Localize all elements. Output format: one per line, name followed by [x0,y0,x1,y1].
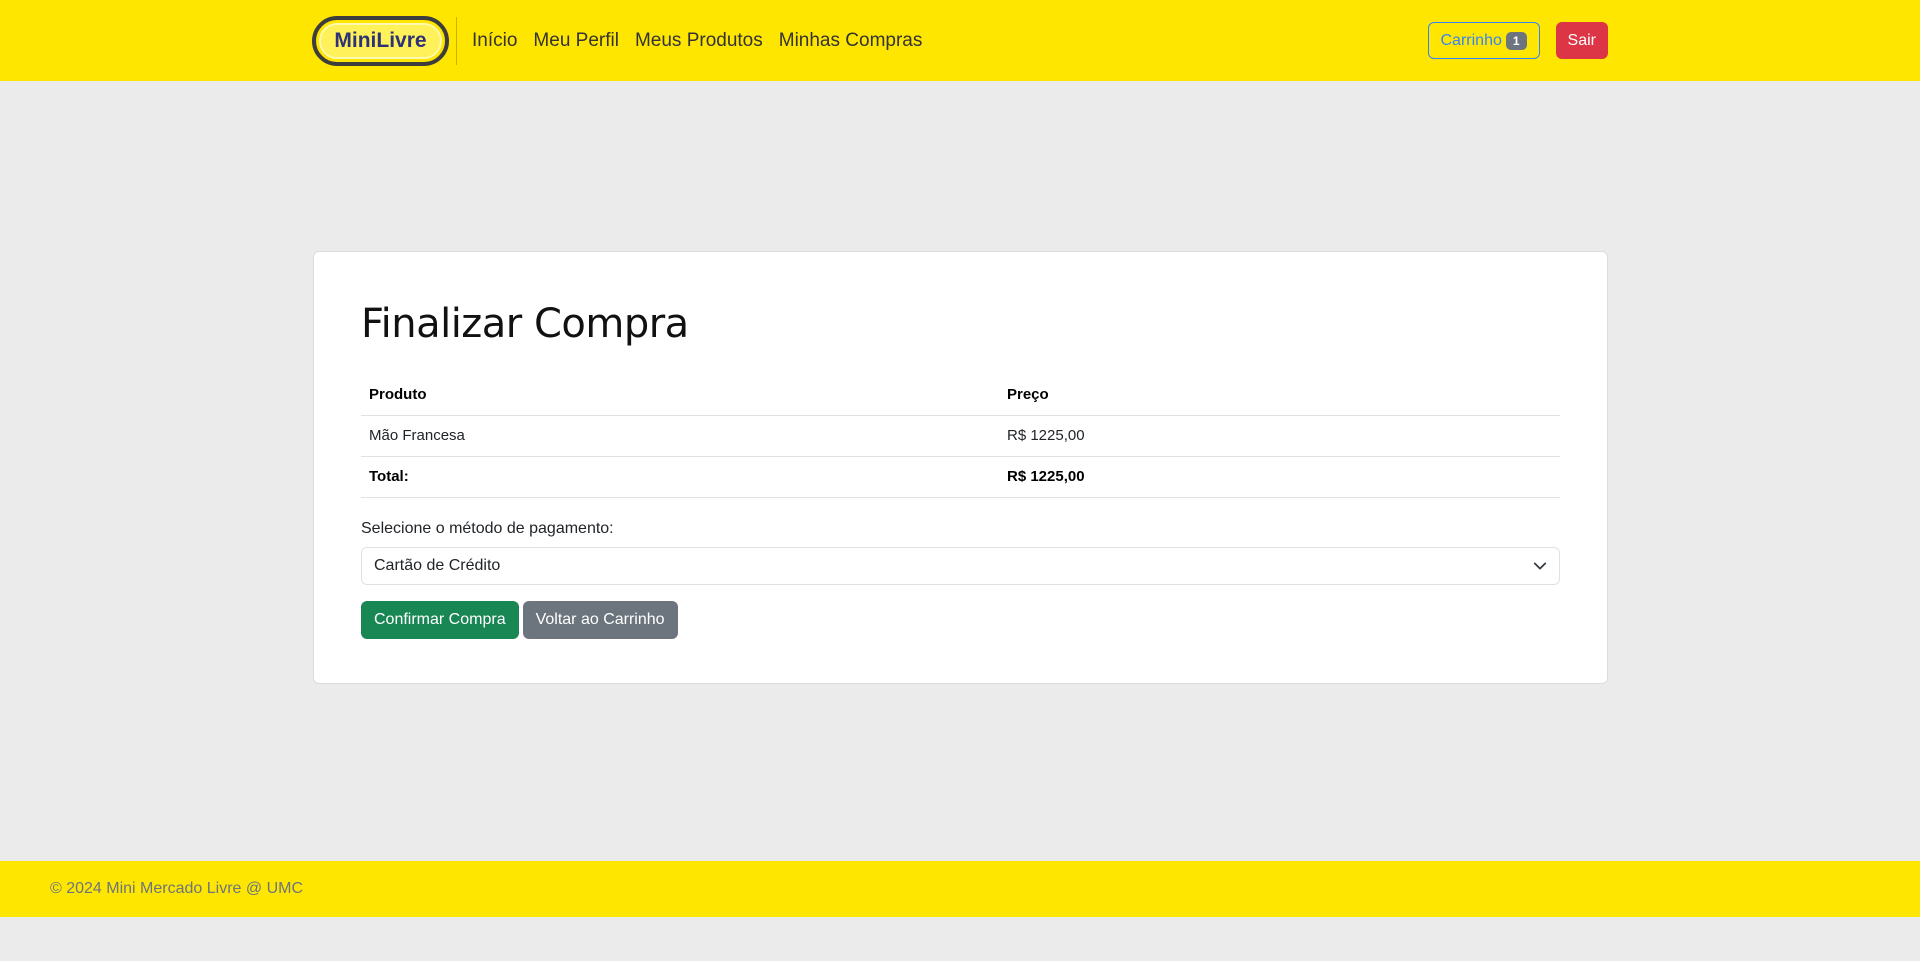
column-header-preco: Preço [999,374,1560,416]
nav-link-inicio[interactable]: Início [472,30,517,52]
column-header-produto: Produto [361,374,999,416]
payment-method-select[interactable]: Cartão de Crédito [361,546,1560,585]
cart-button[interactable]: Carrinho 1 [1427,22,1540,59]
payment-method-label: Selecione o método de pagamento: [361,519,614,537]
nav-links: Início Meu Perfil Meus Produtos Minhas C… [472,30,938,52]
navbar-container: MiniLivre Início Meu Perfil Meus Produto… [312,0,1608,81]
table-row: Mão Francesa R$ 1225,00 [361,415,1560,457]
confirm-purchase-button[interactable]: Confirmar Compra [361,600,519,639]
nav-link-meu-perfil[interactable]: Meu Perfil [533,30,619,52]
back-to-cart-button[interactable]: Voltar ao Carrinho [522,600,678,639]
table-header-row: Produto Preço [361,374,1560,416]
checkout-actions: Confirmar Compra Voltar ao Carrinho [361,600,1560,639]
payment-method-selected-value: Cartão de Crédito [374,556,501,574]
nav-link-minhas-compras[interactable]: Minhas Compras [779,30,923,52]
total-row: Total: R$ 1225,00 [361,456,1560,498]
chevron-down-icon [1533,562,1547,569]
footer: © 2024 Mini Mercado Livre @ UMC [0,861,1920,917]
checkout-card: Finalizar Compra Produto Preço Mão Franc… [313,251,1608,684]
total-value: R$ 1225,00 [999,456,1560,498]
cart-count-badge: 1 [1505,31,1527,50]
brand-logo[interactable]: MiniLivre [312,15,449,66]
logout-button[interactable]: Sair [1555,22,1608,59]
navbar: MiniLivre Início Meu Perfil Meus Produto… [0,0,1920,81]
cart-button-label: Carrinho [1440,31,1502,49]
footer-copyright: © 2024 Mini Mercado Livre @ UMC [50,880,303,897]
brand-logo-text: MiniLivre [319,22,442,59]
product-price-cell: R$ 1225,00 [999,415,1560,457]
brand-divider [456,16,457,65]
page-title: Finalizar Compra [361,301,689,347]
nav-right: Carrinho 1 Sair [1427,22,1608,59]
order-table: Produto Preço Mão Francesa R$ 1225,00 To… [361,374,1560,498]
product-name-cell: Mão Francesa [361,415,999,457]
nav-link-meus-produtos[interactable]: Meus Produtos [635,30,763,52]
total-label: Total: [361,456,999,498]
